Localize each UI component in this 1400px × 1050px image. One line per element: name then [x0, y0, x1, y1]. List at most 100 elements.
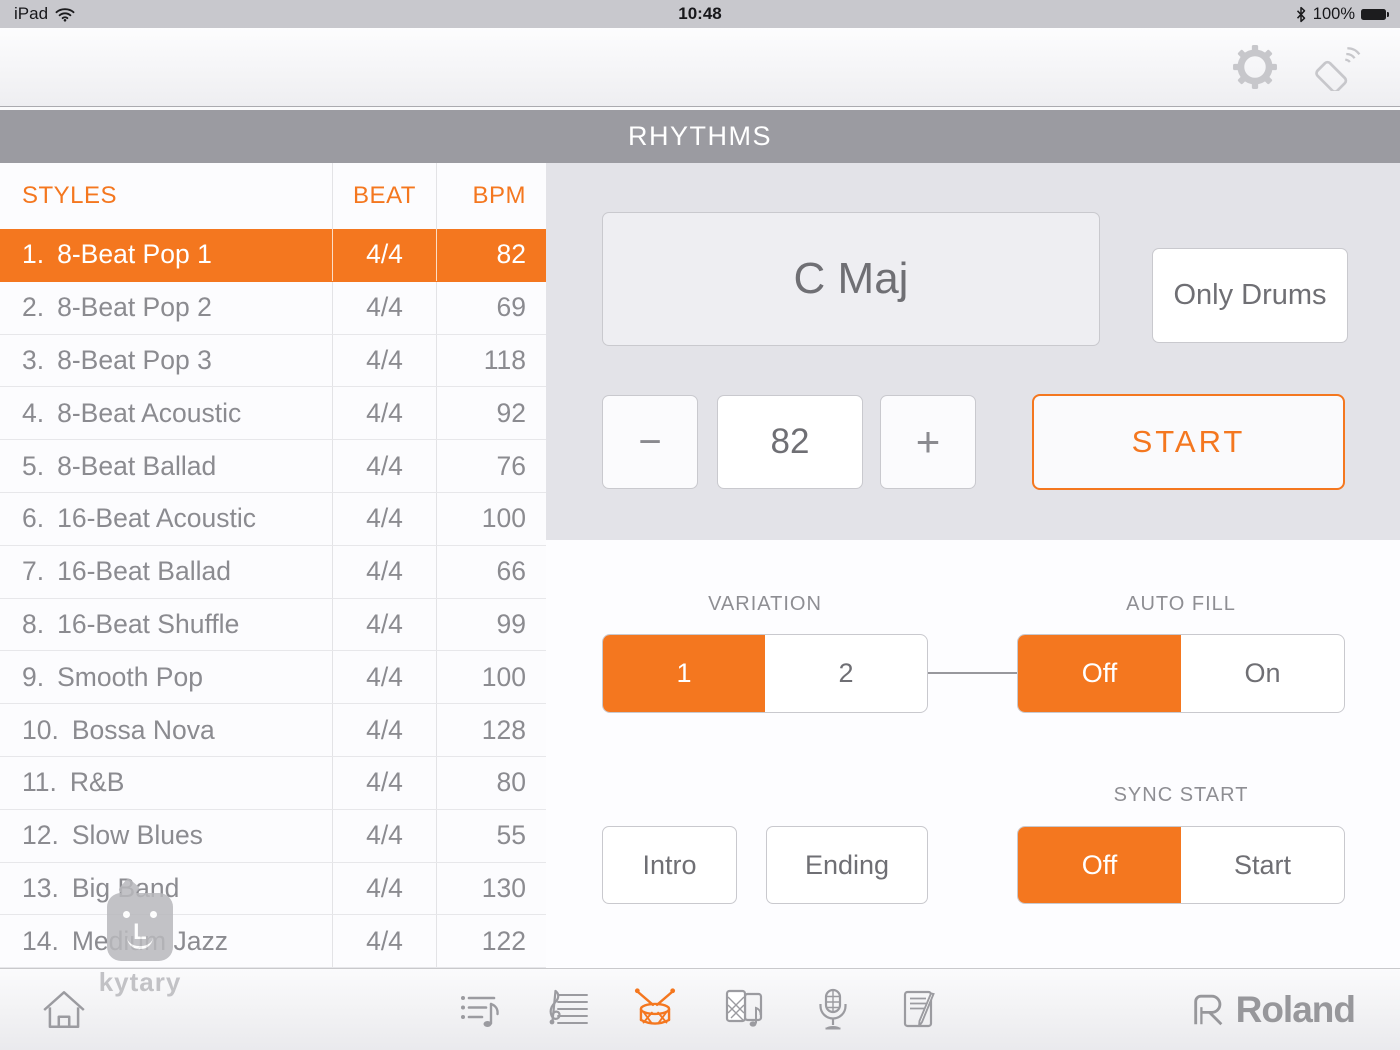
- style-number: 3.: [22, 344, 45, 375]
- microphone-icon[interactable]: [811, 987, 855, 1033]
- style-number: 8.: [22, 608, 45, 639]
- style-name: 16-Beat Shuffle: [57, 608, 240, 639]
- style-name: Slow Blues: [71, 820, 203, 851]
- style-beat-cell: 4/4: [333, 915, 437, 968]
- table-header: STYLES BEAT BPM: [0, 163, 546, 229]
- auto-fill-off[interactable]: Off: [1018, 635, 1181, 712]
- style-beat-cell: 4/4: [333, 545, 437, 598]
- style-beat-cell: 4/4: [333, 862, 437, 915]
- style-name-cell: 8. 16-Beat Shuffle: [0, 598, 333, 651]
- clock: 10:48: [678, 4, 722, 23]
- style-name-cell: 2. 8-Beat Pop 2: [0, 281, 333, 334]
- table-row[interactable]: 1. 8-Beat Pop 1 4/4 82: [0, 229, 546, 282]
- style-bpm-cell: 66: [496, 556, 526, 587]
- rhythm-panel: C Maj Only Drums − 82 + START VARIATION …: [546, 163, 1400, 968]
- style-beat-cell: 4/4: [333, 281, 437, 334]
- style-name-cell: 4. 8-Beat Acoustic: [0, 387, 333, 440]
- style-bpm-cell: 69: [496, 292, 526, 323]
- variation-label: VARIATION: [708, 593, 822, 615]
- style-bpm-cell: 82: [496, 239, 526, 270]
- table-row[interactable]: 10. Bossa Nova 4/4 128: [0, 704, 546, 757]
- style-bpm-cell: 130: [481, 872, 526, 903]
- style-bpm-cell: 99: [496, 608, 526, 639]
- start-button[interactable]: START: [1032, 394, 1345, 490]
- style-beat-cell: 4/4: [333, 598, 437, 651]
- main-content: STYLES BEAT BPM 1. 8-Beat Pop 1 4/4 82 2. 8-B…: [0, 163, 1400, 969]
- intro-button[interactable]: Intro: [602, 826, 737, 904]
- style-name-cell: 5. 8-Beat Ballad: [0, 440, 333, 492]
- toolbar: [0, 28, 1400, 107]
- sync-start-toggle: Off Start: [1017, 826, 1345, 904]
- tempo-increase-button[interactable]: +: [880, 395, 976, 489]
- table-row[interactable]: 9. Smooth Pop 4/4 100: [0, 651, 546, 705]
- table-row[interactable]: 13. Big Band 4/4 130: [0, 862, 546, 916]
- table-row[interactable]: 8. 16-Beat Shuffle 4/4 99: [0, 598, 546, 652]
- style-number: 2.: [22, 292, 45, 323]
- style-number: 9.: [22, 661, 45, 692]
- score-icon[interactable]: [545, 989, 591, 1031]
- battery-icon: [1361, 8, 1389, 20]
- auto-fill-label: AUTO FILL: [1126, 593, 1236, 615]
- column-header-styles: STYLES: [0, 163, 333, 229]
- style-name-cell: 11. R&B: [0, 756, 333, 809]
- page-title: RHYTHMS: [628, 121, 772, 151]
- table-row[interactable]: 6. 16-Beat Acoustic 4/4 100: [0, 492, 546, 546]
- variation-toggle: 1 2: [602, 634, 928, 713]
- style-beat-cell: 4/4: [333, 651, 437, 704]
- table-row[interactable]: 12. Slow Blues 4/4 55: [0, 809, 546, 863]
- table-row[interactable]: 11. R&B 4/4 80: [0, 756, 546, 810]
- table-row[interactable]: 2. 8-Beat Pop 2 4/4 69: [0, 281, 546, 335]
- settings-button[interactable]: [1230, 42, 1280, 92]
- memo-icon[interactable]: [897, 988, 943, 1032]
- ending-button[interactable]: Ending: [766, 826, 928, 904]
- song-list-icon[interactable]: [458, 989, 504, 1031]
- roland-mark-icon: [1190, 992, 1228, 1028]
- tempo-decrease-button[interactable]: −: [602, 395, 698, 489]
- style-name: Bossa Nova: [71, 714, 215, 745]
- style-beat-cell: 4/4: [333, 229, 437, 281]
- style-number: 14.: [22, 925, 59, 956]
- style-bpm-cell: 55: [496, 820, 526, 851]
- tempo-value[interactable]: 82: [717, 395, 863, 489]
- brand-name: Roland: [1235, 988, 1356, 1030]
- device-connect-icon: [1314, 43, 1364, 91]
- auto-fill-toggle: Off On: [1017, 634, 1345, 713]
- sync-start-label: SYNC START: [1113, 784, 1249, 806]
- gear-icon: [1232, 44, 1278, 90]
- style-name: 8-Beat Ballad: [57, 450, 217, 481]
- rhythm-drum-icon[interactable]: [629, 987, 681, 1033]
- style-bpm-cell: 118: [483, 344, 526, 375]
- style-bpm-cell: 128: [481, 714, 526, 745]
- only-drums-button[interactable]: Only Drums: [1152, 248, 1348, 343]
- chord-display: C Maj: [602, 212, 1100, 346]
- variation-option-2[interactable]: 2: [765, 635, 927, 712]
- style-bpm-cell: 80: [496, 767, 526, 798]
- variation-option-1[interactable]: 1: [603, 635, 765, 712]
- style-beat-cell: 4/4: [333, 334, 437, 387]
- style-number: 12.: [22, 820, 59, 851]
- style-name-cell: 13. Big Band: [0, 862, 333, 915]
- auto-fill-on[interactable]: On: [1181, 635, 1344, 712]
- table-row[interactable]: 7. 16-Beat Ballad 4/4 66: [0, 545, 546, 599]
- style-name-cell: 6. 16-Beat Acoustic: [0, 492, 333, 545]
- style-beat-cell: 4/4: [333, 492, 437, 545]
- style-beat-cell: 4/4: [333, 809, 437, 862]
- table-row[interactable]: 3. 8-Beat Pop 3 4/4 118: [0, 334, 546, 388]
- status-bar: iPad 10:48 100%: [0, 0, 1400, 28]
- table-row[interactable]: 5. 8-Beat Ballad 4/4 76: [0, 440, 546, 493]
- brand-logo: Roland: [1190, 988, 1356, 1031]
- device-connect-button[interactable]: [1314, 42, 1364, 92]
- style-name-cell: 12. Slow Blues: [0, 809, 333, 862]
- playback-section: C Maj Only Drums − 82 + START: [546, 163, 1400, 540]
- sync-start-off[interactable]: Off: [1018, 827, 1181, 903]
- style-number: 10.: [22, 714, 59, 745]
- sync-start-start[interactable]: Start: [1181, 827, 1344, 903]
- style-name-cell: 14. Medium Jazz: [0, 915, 333, 968]
- column-header-bpm: BPM: [472, 182, 526, 209]
- table-row[interactable]: 4. 8-Beat Acoustic 4/4 92: [0, 387, 546, 441]
- style-number: 4.: [22, 397, 45, 428]
- style-name-cell: 1. 8-Beat Pop 1: [0, 229, 333, 281]
- home-icon[interactable]: [40, 988, 88, 1032]
- flash-card-icon[interactable]: [721, 988, 769, 1032]
- table-row[interactable]: 14. Medium Jazz 4/4 122: [0, 915, 546, 969]
